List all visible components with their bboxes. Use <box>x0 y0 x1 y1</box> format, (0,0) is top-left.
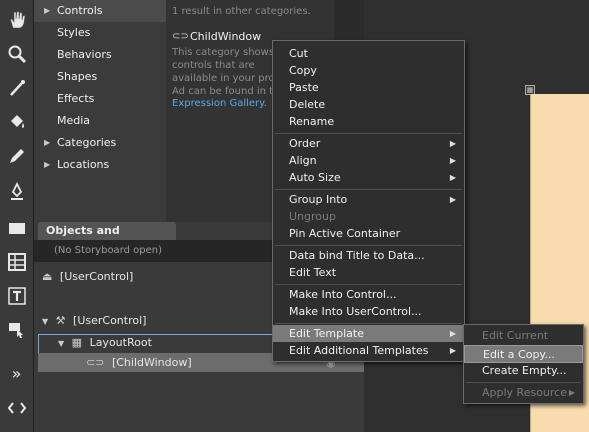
category-categories[interactable]: ▶ Categories <box>34 132 166 154</box>
menu-item-make-into-control[interactable]: Make Into Control... <box>273 286 464 303</box>
tree-item-usercontrol[interactable]: ▼ ⚒ [UserControl] <box>42 312 146 330</box>
menu-item-group-into[interactable]: Group Into ▶ <box>273 191 464 208</box>
tree-item-childwindow[interactable]: ⊂⊃ [ChildWindow] <box>86 354 192 372</box>
submenu-item-edit-current: Edit Current <box>482 329 549 342</box>
usercontrol-scope[interactable]: ⏏ [UserControl] <box>42 268 133 286</box>
pen-tool-icon[interactable] <box>3 178 30 205</box>
submenu-arrow-icon: ▶ <box>449 346 456 355</box>
edit-template-submenu: Edit Current Edit a Copy... Create Empty… <box>463 324 584 404</box>
submenu-item-apply-resource: Apply Resource ▶ <box>464 384 583 402</box>
menu-item-paste[interactable]: Paste <box>273 79 464 96</box>
menu-item-pin-active-container[interactable]: Pin Active Container <box>273 225 464 242</box>
menu-item-rename[interactable]: Rename <box>273 113 464 130</box>
more-tools-icon[interactable]: » <box>3 360 30 387</box>
assets-panel-icon[interactable] <box>3 394 30 421</box>
control-icon: ⊂⊃ <box>172 30 189 42</box>
asset-childwindow[interactable]: ⊂⊃ ChildWindow <box>172 28 261 44</box>
grid-tool-icon[interactable] <box>3 248 30 275</box>
menu-separator <box>466 382 581 383</box>
tools-panel: » <box>0 0 34 432</box>
menu-item-auto-size[interactable]: Auto Size ▶ <box>273 169 464 186</box>
menu-separator <box>275 323 462 324</box>
tree-collapse-icon[interactable]: ▼ <box>42 317 48 326</box>
submenu-arrow-icon: ▶ <box>449 329 456 338</box>
pan-tool-icon[interactable] <box>3 6 30 33</box>
text-tool-icon[interactable] <box>3 282 30 309</box>
tree-collapse-icon[interactable]: ▼ <box>58 339 64 348</box>
asset-tool-icon[interactable] <box>3 316 30 343</box>
menu-item-order[interactable]: Order ▶ <box>273 135 464 152</box>
menu-separator <box>275 245 462 246</box>
category-shapes[interactable]: Shapes <box>34 66 166 88</box>
usercontrol-icon: ⚒ <box>55 314 66 327</box>
menu-item-copy[interactable]: Copy <box>273 62 464 79</box>
submenu-item-edit-a-copy[interactable]: Edit a Copy... <box>464 345 583 363</box>
expand-arrow-icon: ▶ <box>44 138 51 147</box>
menu-item-edit-text[interactable]: Edit Text <box>273 264 464 281</box>
submenu-arrow-icon: ▶ <box>449 156 456 165</box>
tree-item-layoutroot[interactable]: ▼ ▦ LayoutRoot <box>58 334 152 352</box>
category-locations[interactable]: ▶ Locations <box>34 154 166 176</box>
expand-arrow-icon: ▶ <box>44 6 51 15</box>
menu-item-edit-template[interactable]: Edit Template ▶ <box>273 325 464 342</box>
expand-arrow-icon: ▶ <box>44 160 51 169</box>
menu-item-make-into-usercontrol[interactable]: Make Into UserControl... <box>273 303 464 320</box>
category-behaviors[interactable]: Behaviors <box>34 44 166 66</box>
submenu-arrow-icon: ▶ <box>449 173 456 182</box>
menu-item-data-bind-title[interactable]: Data bind Title to Data... <box>273 247 464 264</box>
pencil-tool-icon[interactable] <box>3 142 30 169</box>
submenu-arrow-icon: ▶ <box>449 195 456 204</box>
category-controls[interactable]: ▶ Controls <box>34 0 166 22</box>
menu-separator <box>275 133 462 134</box>
category-styles[interactable]: Styles <box>34 22 166 44</box>
tab-objects-timeline[interactable]: Objects and Timeline <box>38 222 176 255</box>
menu-item-cut[interactable]: Cut <box>273 45 464 62</box>
expression-gallery-link[interactable]: Expression Gallery. <box>172 98 267 109</box>
zoom-tool-icon[interactable] <box>3 40 30 67</box>
grid-icon: ▦ <box>71 336 83 349</box>
context-menu: Cut Copy Paste Delete Rename Order ▶ Alig… <box>272 40 465 362</box>
submenu-item-create-empty[interactable]: Create Empty... <box>464 362 583 380</box>
menu-item-ungroup: Ungroup <box>289 210 336 223</box>
menu-separator <box>275 284 462 285</box>
result-note: 1 result in other categories. <box>172 6 311 17</box>
menu-item-align[interactable]: Align ▶ <box>273 152 464 169</box>
category-effects[interactable]: Effects <box>34 88 166 110</box>
submenu-arrow-icon: ▶ <box>568 388 575 397</box>
menu-item-delete[interactable]: Delete <box>273 96 464 113</box>
paint-bucket-tool-icon[interactable] <box>3 108 30 135</box>
category-list: ▶ Controls Styles Behaviors Shapes Effec… <box>34 0 166 222</box>
eyedropper-tool-icon[interactable] <box>3 74 30 101</box>
category-media[interactable]: Media <box>34 110 166 132</box>
rectangle-tool-icon[interactable] <box>3 214 30 241</box>
submenu-arrow-icon: ▶ <box>449 139 456 148</box>
menu-item-edit-additional-templates[interactable]: Edit Additional Templates ▶ <box>273 342 464 359</box>
storyboard-label[interactable]: (No Storyboard open) <box>54 245 162 256</box>
menu-separator <box>275 189 462 190</box>
scope-up-icon: ⏏ <box>42 270 53 283</box>
control-icon: ⊂⊃ <box>86 356 105 369</box>
